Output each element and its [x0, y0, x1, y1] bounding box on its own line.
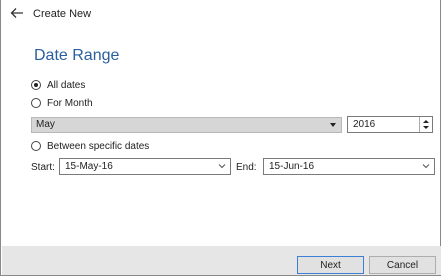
start-date-picker[interactable]: 15-May-16 — [59, 158, 231, 175]
end-label: End: — [236, 162, 257, 173]
arrow-left-icon — [10, 8, 23, 18]
radio-button-checked[interactable] — [31, 80, 41, 90]
radio-between-dates-label: Between specific dates — [47, 140, 150, 152]
radio-button[interactable] — [31, 98, 41, 108]
radio-all-dates-label: All dates — [47, 79, 86, 91]
end-date-picker[interactable]: 15-Jun-16 — [263, 158, 435, 175]
next-button[interactable]: Next — [297, 256, 364, 274]
radio-between-dates[interactable]: Between specific dates — [31, 139, 149, 153]
spin-up-icon[interactable] — [423, 120, 429, 123]
chevron-down-icon[interactable] — [218, 163, 226, 169]
title-bar: Create New — [1, 0, 441, 30]
radio-for-month[interactable]: For Month — [31, 96, 93, 110]
end-date-value: 15-Jun-16 — [269, 161, 315, 172]
year-spinner[interactable]: 2016 — [347, 116, 433, 133]
back-button[interactable] — [9, 5, 27, 23]
create-new-dialog: Create New Date Range All dates For Mont… — [0, 0, 441, 276]
month-dropdown[interactable]: May — [31, 117, 342, 133]
spin-buttons[interactable] — [419, 117, 432, 132]
dialog-footer: Next Cancel — [2, 246, 441, 275]
radio-for-month-label: For Month — [47, 97, 93, 109]
dropdown-arrow-icon — [330, 123, 336, 127]
radio-all-dates[interactable]: All dates — [31, 78, 85, 92]
start-date-value: 15-May-16 — [65, 161, 113, 172]
spin-down-icon[interactable] — [423, 126, 429, 129]
start-label: Start: — [31, 162, 55, 173]
radio-button[interactable] — [31, 141, 41, 151]
year-spinner-value: 2016 — [353, 119, 376, 130]
month-dropdown-value: May — [36, 119, 55, 130]
page-title: Date Range — [34, 47, 120, 64]
cancel-button[interactable]: Cancel — [369, 256, 436, 274]
window-title: Create New — [33, 8, 92, 20]
chevron-down-icon[interactable] — [422, 163, 430, 169]
